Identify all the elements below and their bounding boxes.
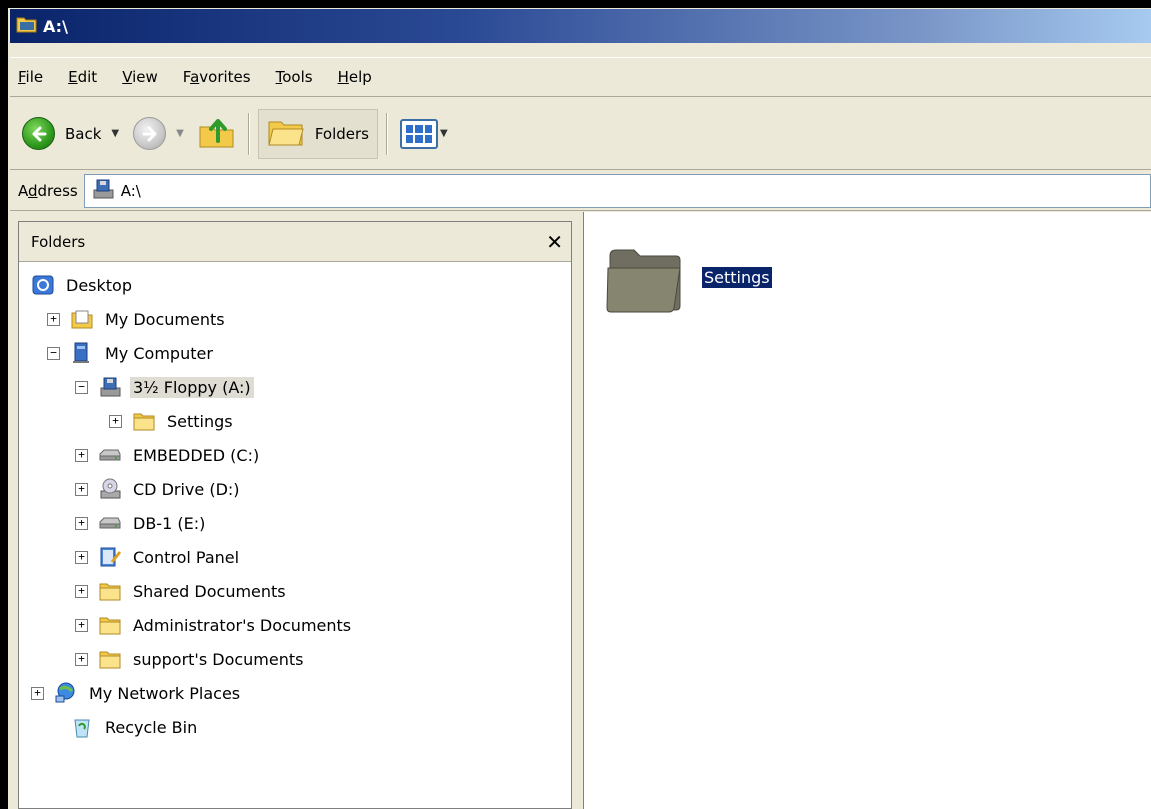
folders-button[interactable]: Folders xyxy=(257,108,378,159)
toolbar-separator xyxy=(386,112,388,155)
back-label: Back xyxy=(65,124,102,143)
menu-file[interactable]: File xyxy=(18,68,43,86)
tree-item-my-computer[interactable]: − My Computer xyxy=(19,336,571,370)
collapse-icon[interactable]: − xyxy=(47,346,60,360)
pane-splitter[interactable] xyxy=(572,212,583,809)
cd-drive-icon xyxy=(98,478,122,500)
tree-item-label: Administrator's Documents xyxy=(133,615,352,635)
folders-icon xyxy=(267,117,305,151)
tree-item-db-1-e[interactable]: + DB-1 (E:) xyxy=(19,506,571,540)
tree-item-cd-drive-d[interactable]: + CD Drive (D:) xyxy=(19,472,571,506)
expand-icon[interactable]: + xyxy=(75,448,88,462)
back-arrow-icon xyxy=(22,117,55,150)
folders-pane-header: Folders ✕ xyxy=(19,222,571,262)
tree-item-label: EMBEDDED (C:) xyxy=(133,445,260,465)
tree-item-label: My Computer xyxy=(105,343,213,363)
tree-item-label: Settings xyxy=(167,411,233,431)
expand-icon[interactable]: + xyxy=(109,414,122,428)
menu-help[interactable]: Help xyxy=(338,68,372,86)
content-item-label: Settings xyxy=(702,267,772,288)
menu-tools[interactable]: Tools xyxy=(276,68,313,86)
tree-item-my-network-places[interactable]: + My Network Places xyxy=(19,676,571,710)
folder-icon xyxy=(606,242,684,320)
floppy-drive-icon xyxy=(98,376,122,398)
expand-icon[interactable]: + xyxy=(47,312,60,326)
forward-dropdown-icon[interactable]: ▼ xyxy=(176,128,184,139)
tree-item-label: Control Panel xyxy=(133,547,240,567)
toolbar-separator xyxy=(247,112,250,155)
back-button[interactable]: Back ▼ xyxy=(18,110,123,158)
expand-icon[interactable]: + xyxy=(75,516,88,530)
tree-item-control-panel[interactable]: + Control Panel xyxy=(19,540,571,574)
up-button[interactable] xyxy=(194,110,240,158)
hard-drive-icon xyxy=(98,512,122,534)
tree-item-label: Shared Documents xyxy=(133,581,286,601)
tree-item-support-s-documents[interactable]: + support's Documents xyxy=(19,642,571,676)
folders-label: Folders xyxy=(314,124,369,143)
tree-item-label: Recycle Bin xyxy=(105,717,198,737)
tree-item-settings[interactable]: + Settings xyxy=(19,404,571,438)
folder-icon xyxy=(98,648,122,670)
expand-icon[interactable]: + xyxy=(75,652,88,666)
views-button[interactable]: ▼ xyxy=(396,110,452,158)
expand-icon[interactable]: + xyxy=(75,618,88,632)
title-bar[interactable]: A:\ xyxy=(10,9,1151,43)
desktop-icon xyxy=(31,274,55,296)
folders-pane-title: Folders xyxy=(31,232,86,251)
hard-drive-icon xyxy=(98,444,122,466)
tree-item-administrator-s-documents[interactable]: + Administrator's Documents xyxy=(19,608,571,642)
tree-item-label: support's Documents xyxy=(133,649,304,669)
tree-item-3-floppy-a[interactable]: − 3½ Floppy (A:) xyxy=(19,370,571,404)
close-icon[interactable]: ✕ xyxy=(546,230,563,254)
menu-view[interactable]: View xyxy=(122,68,158,86)
collapse-icon[interactable]: − xyxy=(75,380,88,394)
expand-icon[interactable]: + xyxy=(75,550,88,564)
up-folder-icon xyxy=(198,115,236,153)
forward-button[interactable]: ▼ xyxy=(129,110,188,158)
network-places-icon xyxy=(54,682,78,704)
my-computer-icon xyxy=(70,342,94,364)
views-icon xyxy=(400,118,438,149)
tree-item-label: 3½ Floppy (A:) xyxy=(130,376,254,398)
tree-item-desktop[interactable]: Desktop xyxy=(19,268,571,302)
my-documents-icon xyxy=(70,308,94,330)
back-dropdown-icon[interactable]: ▼ xyxy=(111,128,119,139)
views-dropdown-icon[interactable]: ▼ xyxy=(440,128,448,139)
forward-arrow-icon xyxy=(133,117,167,150)
address-bar: Address A:\ xyxy=(10,171,1151,211)
folder-tree: Desktop + My Documents − My Computer − 3½ Flop… xyxy=(19,262,571,744)
folders-pane: Folders ✕ Desktop + My Documents − My Comput… xyxy=(18,221,572,809)
tree-item-shared-documents[interactable]: + Shared Documents xyxy=(19,574,571,608)
folder-window-icon xyxy=(16,15,38,37)
address-label: Address xyxy=(18,181,78,200)
floppy-drive-icon xyxy=(91,178,115,204)
menu-favorites[interactable]: Favorites xyxy=(183,68,251,86)
tree-item-label: Desktop xyxy=(66,275,132,295)
address-field[interactable]: A:\ xyxy=(83,173,1151,208)
address-value: A:\ xyxy=(120,181,141,200)
tree-item-label: CD Drive (D:) xyxy=(133,479,240,499)
menu-bar: File Edit View Favorites Tools Help xyxy=(10,57,1151,97)
folder-icon xyxy=(98,580,122,602)
tree-item-my-documents[interactable]: + My Documents xyxy=(19,302,571,336)
tree-item-recycle-bin[interactable]: Recycle Bin xyxy=(19,710,571,744)
toolbar: Back ▼ ▼ Folders ▼ xyxy=(10,98,1151,170)
menu-edit[interactable]: Edit xyxy=(68,68,97,86)
folder-icon xyxy=(98,614,122,636)
tree-item-label: My Network Places xyxy=(89,683,241,703)
recycle-bin-icon xyxy=(70,716,94,738)
tree-item-label: My Documents xyxy=(105,309,225,329)
content-pane: Settings xyxy=(583,212,1151,809)
tree-item-label: DB-1 (E:) xyxy=(133,513,206,533)
folder-icon xyxy=(132,410,156,432)
tree-item-embedded-c[interactable]: + EMBEDDED (C:) xyxy=(19,438,571,472)
expand-icon[interactable]: + xyxy=(75,584,88,598)
expand-icon[interactable]: + xyxy=(31,686,44,700)
window-title: A:\ xyxy=(43,16,68,36)
control-panel-icon xyxy=(98,546,122,568)
expand-icon[interactable]: + xyxy=(75,482,88,496)
